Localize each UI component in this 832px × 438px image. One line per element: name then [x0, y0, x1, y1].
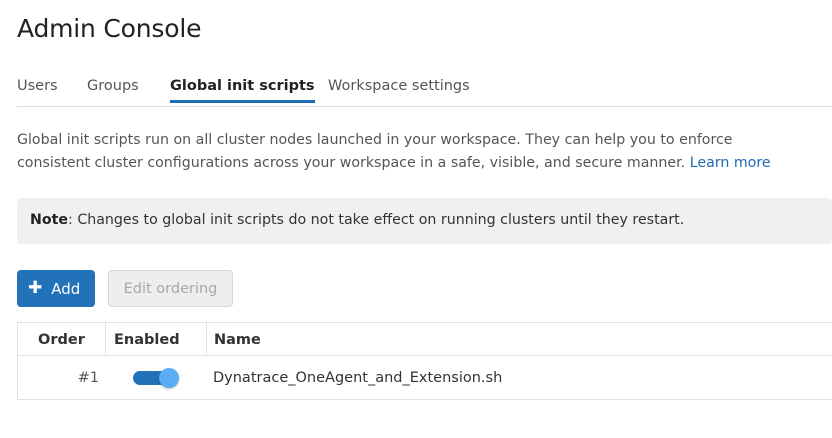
row-order: #1	[77, 370, 99, 386]
learn-more-link[interactable]: Learn more	[690, 155, 771, 171]
tab-workspace-settings[interactable]: Workspace settings	[328, 78, 470, 100]
tab-users[interactable]: Users	[17, 78, 58, 100]
toggle-knob	[159, 368, 179, 388]
note-banner: Note: Changes to global init scripts do …	[17, 198, 832, 244]
tab-global-init-scripts[interactable]: Global init scripts	[170, 78, 315, 103]
script-name-link[interactable]: Dynatrace_OneAgent_and_Extension.sh	[213, 357, 502, 400]
tab-groups[interactable]: Groups	[87, 78, 139, 100]
init-scripts-table: Order Enabled Name #1 Dynatrace_OneAgent…	[17, 322, 832, 400]
add-button-label: Add	[51, 279, 81, 298]
page-title: Admin Console	[17, 14, 202, 43]
edit-ordering-label: Edit ordering	[123, 280, 218, 297]
enabled-toggle[interactable]	[133, 368, 179, 388]
column-header-order[interactable]: Order	[18, 323, 106, 356]
description-body: Global init scripts run on all cluster n…	[17, 132, 733, 171]
column-header-name[interactable]: Name	[207, 323, 261, 356]
admin-console-page: Admin Console Users Groups Global init s…	[0, 0, 832, 438]
add-button[interactable]: ✚ Add	[17, 270, 95, 307]
table-row[interactable]: #1 Dynatrace_OneAgent_and_Extension.sh	[18, 357, 832, 400]
note-label: Note	[30, 212, 69, 228]
tab-bar: Users Groups Global init scripts Workspa…	[17, 70, 832, 107]
description-text: Global init scripts run on all cluster n…	[17, 129, 807, 175]
note-text: : Changes to global init scripts do not …	[68, 212, 685, 228]
plus-icon: ✚	[28, 278, 43, 298]
column-header-enabled[interactable]: Enabled	[106, 323, 207, 356]
table-header: Order Enabled Name	[18, 323, 832, 356]
edit-ordering-button[interactable]: Edit ordering	[108, 270, 233, 307]
